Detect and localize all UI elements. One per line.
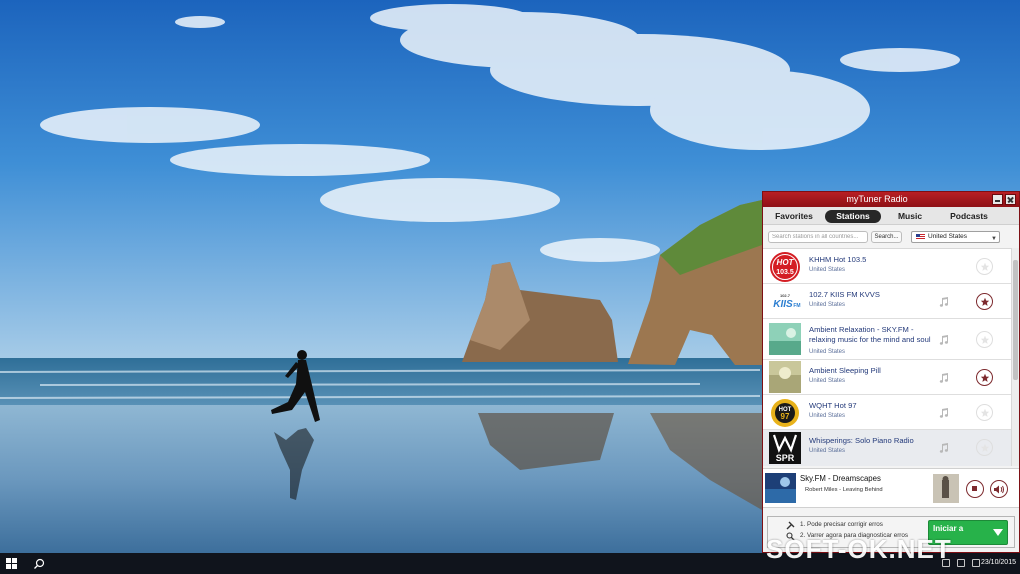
- now-playing-station: Sky.FM - Dreamscapes: [800, 474, 881, 483]
- us-flag-icon: [916, 234, 925, 240]
- close-button[interactable]: [1005, 194, 1016, 205]
- station-name: Ambient Relaxation - SKY.FM - relaxing m…: [809, 325, 931, 344]
- favorite-star-button[interactable]: [976, 404, 993, 421]
- scrollbar-thumb[interactable]: [1013, 260, 1018, 380]
- mytuner-window: myTuner Radio Favorites Stations Music P…: [762, 191, 1020, 553]
- station-row[interactable]: Ambient Sleeping Pill United States: [763, 360, 1011, 395]
- station-search-input[interactable]: [768, 231, 868, 243]
- station-country: United States: [809, 267, 846, 273]
- station-name: Whisperings: Solo Piano Radio: [809, 436, 914, 445]
- svg-text:SPR: SPR: [776, 453, 795, 463]
- window-titlebar[interactable]: myTuner Radio: [763, 192, 1019, 207]
- windows-start-icon[interactable]: [6, 558, 17, 569]
- station-row[interactable]: 102.7 KIIS FM 102.7 KIIS FM KVVS United St…: [763, 284, 1011, 319]
- music-note-icon: [939, 373, 948, 383]
- station-list-scrollbar[interactable]: [1011, 248, 1019, 466]
- svg-text:FM: FM: [793, 303, 800, 309]
- station-row[interactable]: Ambient Relaxation - SKY.FM - relaxing m…: [763, 319, 1011, 360]
- station-row[interactable]: HOT 97 WQHT Hot 97 United States: [763, 395, 1011, 430]
- now-playing-cover: [765, 473, 796, 503]
- stop-button[interactable]: [966, 480, 984, 498]
- volume-button[interactable]: [990, 480, 1008, 498]
- station-country: United States: [809, 413, 846, 419]
- station-name: WQHT Hot 97: [809, 401, 857, 410]
- svg-text:97: 97: [781, 412, 790, 421]
- favorite-star-button[interactable]: [976, 293, 993, 310]
- favorite-star-button[interactable]: [976, 331, 993, 348]
- svg-text:HOT: HOT: [777, 258, 795, 267]
- svg-text:102.7: 102.7: [780, 293, 791, 298]
- svg-text:103.5: 103.5: [776, 269, 794, 276]
- music-note-icon: [939, 297, 948, 307]
- chevron-down-icon: ▼: [991, 236, 997, 242]
- favorite-star-button[interactable]: [976, 258, 993, 275]
- country-select[interactable]: United States ▼: [911, 231, 1000, 243]
- station-country: United States: [809, 349, 846, 355]
- music-note-icon: [939, 335, 948, 345]
- search-row: Search... United States ▼: [763, 226, 1019, 246]
- search-button[interactable]: Search...: [871, 231, 902, 243]
- taskbar-date[interactable]: 23/10/2015: [981, 559, 1016, 566]
- station-list: HOT 103.5 KHHM Hot 103.5 United States 10…: [763, 248, 1019, 466]
- station-row[interactable]: SPR Whisperings: Solo Piano Radio United…: [763, 430, 1011, 466]
- watermark: SOFT-OK.NET: [766, 534, 952, 564]
- window-title: myTuner Radio: [846, 194, 908, 204]
- music-note-icon: [939, 408, 948, 418]
- station-logo: [769, 361, 801, 393]
- speaker-icon: [994, 485, 1004, 493]
- tools-icon: [786, 521, 795, 530]
- tab-podcasts[interactable]: Podcasts: [943, 210, 995, 223]
- station-logo: [769, 323, 801, 355]
- station-row[interactable]: HOT 103.5 KHHM Hot 103.5 United States: [763, 249, 1011, 284]
- station-name: 102.7 KIIS FM KVVS: [809, 290, 880, 299]
- favorite-star-button[interactable]: [976, 439, 993, 456]
- station-logo: HOT 103.5: [769, 251, 801, 283]
- station-country: United States: [809, 448, 846, 454]
- country-select-value: United States: [928, 233, 968, 240]
- station-name: KHHM Hot 103.5: [809, 255, 867, 264]
- ad-cta-label: Iniciar a: [933, 524, 964, 533]
- station-country: United States: [809, 302, 846, 308]
- tab-music[interactable]: Music: [887, 210, 933, 223]
- station-logo: 102.7 KIIS FM: [769, 285, 801, 317]
- minimize-button[interactable]: [992, 194, 1003, 205]
- tab-bar: Favorites Stations Music Podcasts: [763, 207, 1019, 225]
- tray-volume-icon[interactable]: [957, 559, 965, 567]
- now-playing-bar: Sky.FM - Dreamscapes Robert Miles - Leav…: [763, 468, 1019, 508]
- tray-notification-icon[interactable]: [972, 559, 980, 567]
- station-logo: SPR: [769, 432, 801, 464]
- arrow-down-icon: [993, 529, 1003, 536]
- ad-line-1: 1. Pode precisar corrigir erros: [800, 521, 883, 528]
- tab-favorites[interactable]: Favorites: [767, 210, 821, 223]
- station-logo: HOT 97: [769, 397, 801, 429]
- station-name: Ambient Sleeping Pill: [809, 366, 881, 375]
- tab-stations[interactable]: Stations: [825, 210, 881, 223]
- search-icon[interactable]: [33, 557, 45, 569]
- now-playing-track: Robert Miles - Leaving Behind: [805, 487, 883, 493]
- track-artwork: [933, 474, 959, 503]
- station-country: United States: [809, 378, 846, 384]
- music-note-icon: [939, 443, 948, 453]
- svg-text:KIIS: KIIS: [773, 299, 793, 310]
- favorite-star-button[interactable]: [976, 369, 993, 386]
